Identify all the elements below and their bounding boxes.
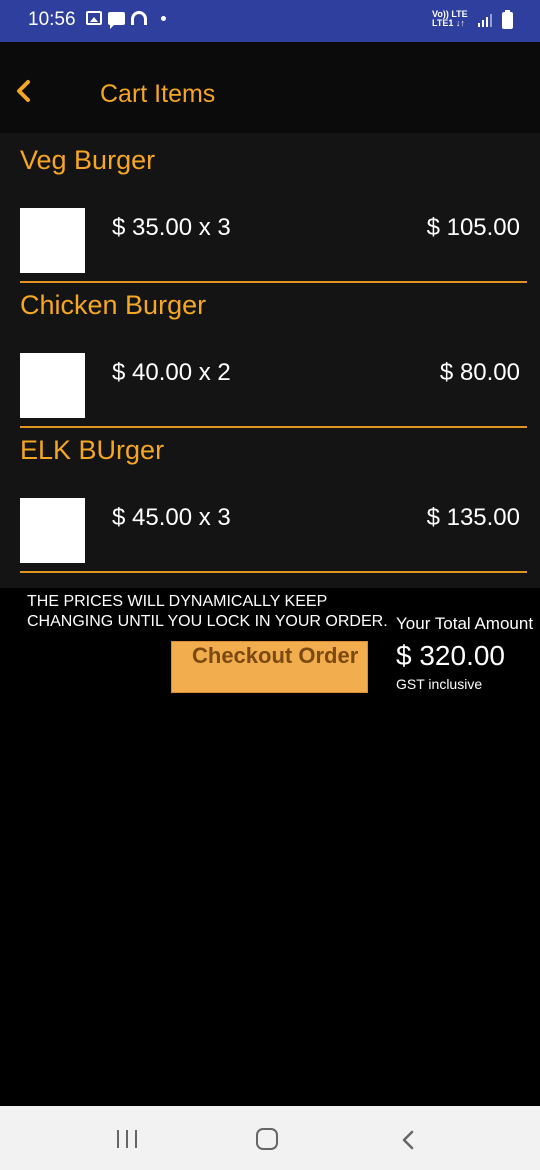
battery-icon: [502, 10, 513, 29]
item-total: $ 135.00: [426, 504, 520, 531]
cart-list: Veg Burger $ 35.00 x 3 $ 105.00 Chicken …: [0, 133, 540, 588]
item-image: [20, 353, 85, 418]
cart-item-chicken-burger[interactable]: Chicken Burger $ 40.00 x 2 $ 80.00: [0, 278, 540, 428]
navigation-bar: [0, 1106, 540, 1170]
status-notification-icons: [86, 11, 166, 29]
page-title: Cart Items: [100, 80, 216, 108]
gallery-icon: [86, 11, 102, 25]
item-image: [20, 498, 85, 563]
app-bar: Cart Items: [0, 42, 540, 133]
back-button[interactable]: [10, 76, 40, 106]
item-price-quantity: $ 40.00 x 2: [112, 359, 231, 386]
chevron-left-icon: [17, 80, 30, 102]
item-name: ELK BUrger: [20, 435, 165, 465]
item-name: Veg Burger: [20, 145, 156, 175]
status-bar: 10:56 Vo)) LTE LTE1 ↓↑: [0, 0, 540, 42]
hotspot-icon: [131, 11, 147, 25]
total-amount: $ 320.00: [396, 640, 505, 671]
cart-item-veg-burger[interactable]: Veg Burger $ 35.00 x 3 $ 105.00: [0, 133, 540, 283]
status-time: 10:56: [28, 9, 76, 30]
network-indicator: Vo)) LTE LTE1 ↓↑: [432, 10, 468, 28]
item-total: $ 80.00: [439, 359, 520, 386]
back-icon[interactable]: [396, 1128, 420, 1152]
price-notice: THE PRICES WILL DYNAMICALLY KEEP CHANGIN…: [27, 593, 388, 630]
total-amount-label: Your Total Amount: [396, 614, 534, 633]
item-price-quantity: $ 45.00 x 3: [112, 504, 231, 531]
item-image: [20, 208, 85, 273]
item-divider: [20, 571, 527, 573]
dot-icon: [161, 15, 166, 21]
item-total: $ 105.00: [426, 214, 520, 241]
checkout-order-button[interactable]: Checkout Order: [171, 641, 368, 693]
home-icon[interactable]: [256, 1128, 278, 1150]
recents-icon[interactable]: [117, 1130, 137, 1148]
signal-icon: [478, 13, 492, 27]
cart-item-elk-burger[interactable]: ELK BUrger $ 45.00 x 3 $ 135.00: [0, 423, 540, 573]
gst-note: GST inclusive: [396, 676, 483, 692]
network-line-2: LTE1 ↓↑: [432, 18, 465, 28]
item-price-quantity: $ 35.00 x 3: [112, 214, 231, 241]
message-icon: [108, 11, 125, 29]
item-name: Chicken Burger: [20, 290, 207, 320]
